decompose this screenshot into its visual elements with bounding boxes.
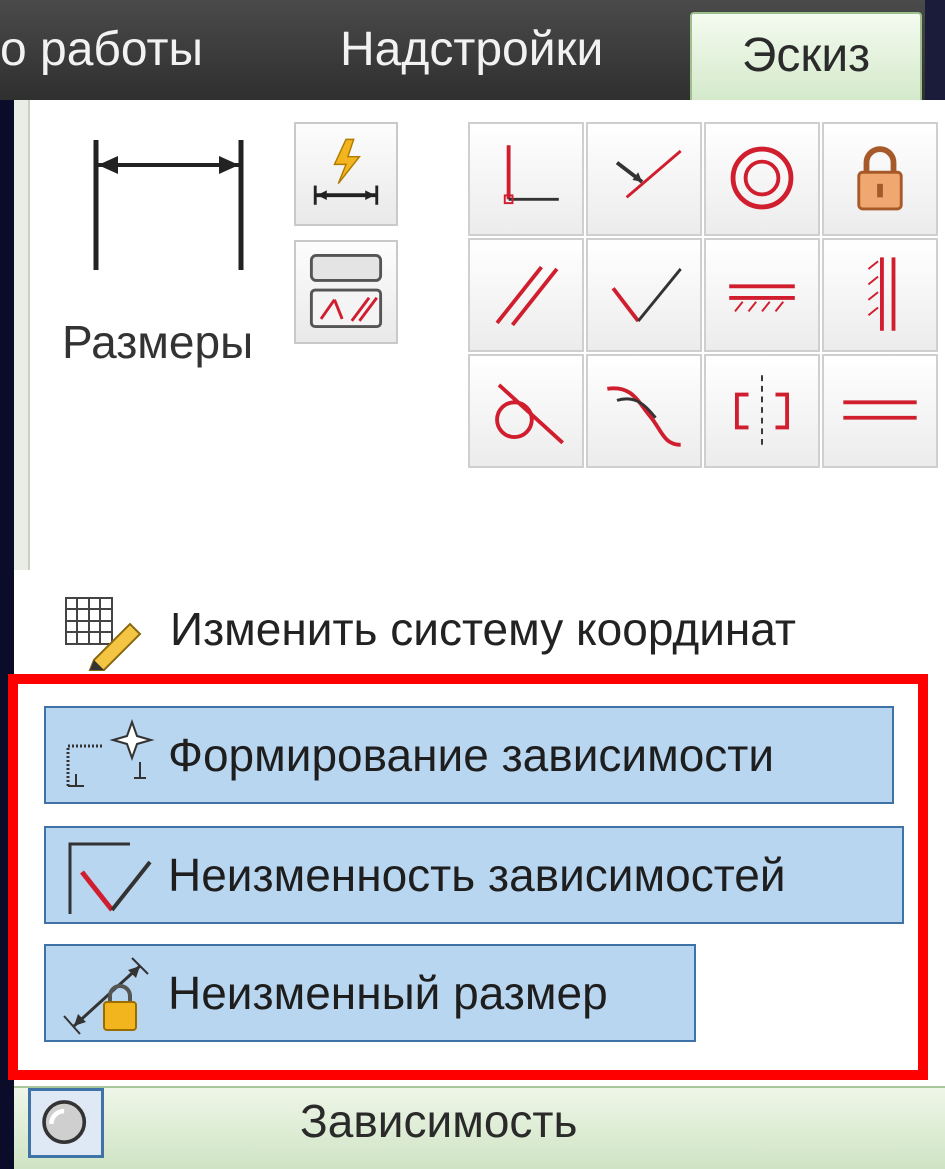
highlight-frame	[8, 674, 928, 1080]
equal-icon	[843, 400, 917, 420]
symmetric-icon	[734, 375, 790, 445]
dimension-label: Размеры	[62, 316, 254, 368]
constraint-equal-button[interactable]	[822, 354, 938, 468]
constraint-symmetric-button[interactable]	[704, 354, 820, 468]
coordinate-grid-pencil-icon	[65, 597, 142, 671]
constraint-group-launcher-button[interactable]	[28, 1088, 104, 1158]
constraint-tangent-button[interactable]	[468, 354, 584, 468]
tangent-icon	[495, 383, 564, 445]
perpendicular-icon	[503, 145, 559, 205]
show-constraints-button[interactable]	[294, 240, 398, 344]
constraint-perpendicular-button[interactable]	[468, 122, 584, 236]
constraint-parallel-button[interactable]	[468, 238, 584, 352]
tab-addins[interactable]: Надстройки	[340, 18, 603, 82]
concentric-icon	[730, 146, 794, 210]
auto-dimension-icon	[313, 138, 379, 205]
tab-strip-edge	[925, 0, 945, 100]
constraint-smooth-button[interactable]	[586, 354, 702, 468]
constraint-concentric-button[interactable]	[704, 122, 820, 236]
constraint-fix-lock-button[interactable]	[822, 122, 938, 236]
show-constraints-icon	[309, 254, 383, 329]
tab-sketch[interactable]: Эскиз	[690, 12, 922, 106]
constraint-horizontal-button[interactable]	[704, 238, 820, 352]
ribbon-tab-strip: о работы Надстройки Эскиз	[0, 0, 945, 106]
coincident-icon	[615, 149, 682, 199]
constraint-perpendicular-angle-button[interactable]	[586, 238, 702, 352]
constraint-coincident-button[interactable]	[586, 122, 702, 236]
edit-coordinate-system-label: Изменить систему координат	[170, 603, 796, 655]
perpendicular-angle-icon	[611, 268, 682, 323]
smooth-icon	[607, 386, 681, 447]
tab-rabota[interactable]: о работы	[0, 18, 203, 82]
auto-dimension-button[interactable]	[294, 122, 398, 226]
constraint-group-label: Зависимость	[300, 1095, 578, 1147]
parallel-icon	[495, 265, 559, 327]
constraint-vertical-button[interactable]	[822, 238, 938, 352]
panel-left-edge	[14, 100, 30, 570]
horizontal-icon	[729, 284, 795, 313]
fix-lock-icon	[857, 146, 903, 211]
constraint-group-icon	[42, 1100, 87, 1145]
vertical-icon	[867, 257, 896, 331]
